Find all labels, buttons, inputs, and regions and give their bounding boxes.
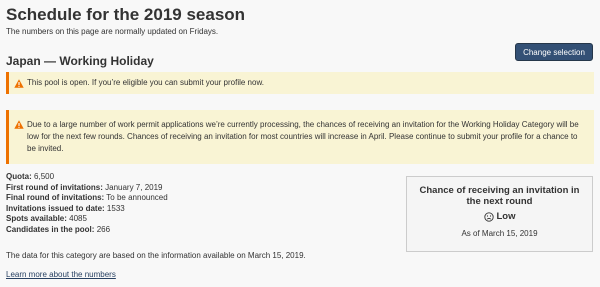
- processing-alert: Due to a large number of work permit app…: [6, 110, 594, 164]
- warning-icon: [14, 79, 24, 88]
- pool-stats: Quota: 6,500 First round of invitations:…: [6, 172, 168, 236]
- chance-level-text: Low: [496, 211, 516, 222]
- sad-face-icon: [483, 211, 494, 222]
- stat-invitations-issued: Invitations issued to date: 1533: [6, 203, 125, 213]
- alert-text: Due to a large number of work permit app…: [27, 120, 579, 153]
- alert-text: This pool is open. If you’re eligible yo…: [27, 78, 265, 87]
- chance-panel: Chance of receiving an invitation in the…: [406, 176, 593, 252]
- warning-icon: [14, 120, 24, 129]
- stat-first-round: First round of invitations: January 7, 2…: [6, 182, 163, 192]
- stat-quota: Quota: 6,500: [6, 172, 55, 181]
- chance-date: As of March 15, 2019: [461, 229, 538, 238]
- page-subtitle: The numbers on this page are normally up…: [6, 27, 219, 36]
- chance-level: Low: [407, 211, 592, 222]
- page-title: Schedule for the 2019 season: [6, 5, 246, 24]
- learn-more-link[interactable]: Learn more about the numbers: [6, 270, 116, 279]
- chance-title: Chance of receiving an invitation in the…: [419, 185, 580, 207]
- stat-candidates: Candidates in the pool: 266: [6, 224, 111, 234]
- data-note: The data for this category are based on …: [6, 251, 306, 260]
- pool-title: Japan — Working Holiday: [6, 54, 154, 68]
- stat-final-round: Final round of invitations: To be announ…: [6, 193, 168, 203]
- stat-spots-available: Spots available: 4085: [6, 214, 87, 224]
- change-selection-button[interactable]: Change selection: [515, 43, 593, 61]
- pool-open-alert: This pool is open. If you’re eligible yo…: [6, 72, 594, 94]
